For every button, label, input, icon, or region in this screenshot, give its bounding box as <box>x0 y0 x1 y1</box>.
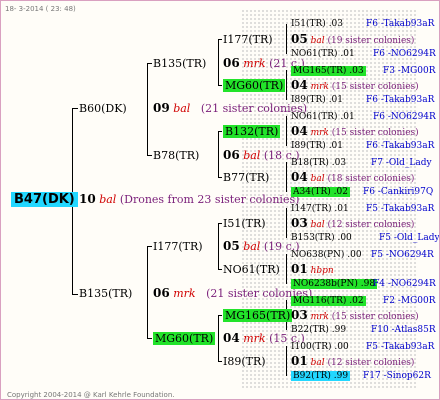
node-l4[interactable]: A34(TR) .02 F6 -Cankiri97Q <box>291 186 433 199</box>
node-l4[interactable]: I89(TR) .01 F6 -Takab93aR <box>291 140 434 153</box>
connector <box>218 269 222 270</box>
connector <box>147 63 152 64</box>
connector <box>218 131 222 132</box>
connector <box>286 162 287 192</box>
connector <box>218 85 222 86</box>
connector <box>286 116 287 146</box>
date-stamp: 18- 3-2014 ( 23: 48) <box>5 5 76 13</box>
node-l4[interactable]: B18(TR) .03 F7 -Old_Lady <box>291 157 432 170</box>
connector <box>72 294 78 295</box>
node-l4[interactable]: MG116(TR) .02 F2 -MG00R <box>291 295 436 308</box>
root-mating: 10 bal (Drones from 23 sister colonies) <box>79 192 300 207</box>
node-l3[interactable]: B132(TR) <box>223 125 281 138</box>
root-node[interactable]: B47(DK) <box>11 192 78 207</box>
mating-l2: 06 bal (18 c.) <box>223 148 300 163</box>
connector <box>72 108 78 109</box>
node-l4[interactable]: I89(TR) .01 F6 -Takab93aR <box>291 94 434 107</box>
node-l3[interactable]: I51(TR) <box>223 217 266 230</box>
node-l3[interactable]: MG165(TR) <box>223 309 293 322</box>
connector <box>286 70 287 100</box>
connector <box>147 246 148 338</box>
node-l4[interactable]: NO61(TR) .01 F6 -NO6294R <box>291 48 436 61</box>
mating-l4: 03 bal (12 sister colonies) <box>291 216 415 231</box>
connector <box>147 246 152 247</box>
connector <box>218 223 222 224</box>
mating-l4: 04 bal (18 sister colonies) <box>291 170 415 185</box>
node-l4[interactable]: NO61(TR) .01 F6 -NO6294R <box>291 111 436 124</box>
node-l4[interactable]: B92(TR) .99 F17 -Sinop62R <box>291 370 431 383</box>
node-l4[interactable]: I51(TR) .03 F6 -Takab93aR <box>291 18 434 31</box>
node-l2[interactable]: I177(TR) <box>153 240 203 253</box>
node-l3[interactable]: I89(TR) <box>223 355 266 368</box>
mating-l4: 05 bal (19 sister colonies) <box>291 32 415 47</box>
connector <box>286 24 287 54</box>
connector <box>147 155 152 156</box>
mating-l4: 01 hbpn <box>291 262 334 277</box>
connector <box>218 39 219 85</box>
connector <box>218 223 219 269</box>
node-l4[interactable]: I147(TR) .01 F5 -Takab93aR <box>291 203 434 216</box>
connector <box>147 338 152 339</box>
mating-l4: 04 mrk (15 sister colonies) <box>291 124 419 139</box>
connector <box>218 361 222 362</box>
node-l4[interactable]: B153(TR) .00 F5 -Old_Lady <box>291 232 439 245</box>
mating-l4: 01 bal (12 sister colonies) <box>291 354 415 369</box>
mating-l2: 05 bal (19 c.) <box>223 239 300 254</box>
node-l3[interactable]: MG60(TR) <box>223 79 286 92</box>
connector <box>286 254 287 284</box>
node-l4[interactable]: NO638(PN) .00 F5 -NO6294R <box>291 249 434 262</box>
node-l3[interactable]: B77(TR) <box>223 171 269 184</box>
copyright-text: Copyright 2004-2014 @ Karl Kehrle Founda… <box>7 391 175 399</box>
node-l4[interactable]: NO6238b(PN) .98 F4 -NO6294R <box>291 278 436 291</box>
connector <box>218 177 222 178</box>
mating-l4: 03 mrk (15 sister colonies) <box>291 308 419 323</box>
node-l2[interactable]: B78(TR) <box>153 149 199 162</box>
connector <box>218 315 219 361</box>
connector <box>218 315 222 316</box>
connector <box>218 131 219 177</box>
mating-l4: 04 mrk (15 sister colonies) <box>291 78 419 93</box>
pedigree-chart: 18- 3-2014 ( 23: 48) B47(DK) 10 bal (Dro… <box>0 0 440 400</box>
node-l4[interactable]: I100(TR) .00 F5 -Takab93aR <box>291 341 434 354</box>
node-l2[interactable]: MG60(TR) <box>153 332 216 345</box>
connector <box>218 39 222 40</box>
node-l4[interactable]: MG165(TR) .03 F3 -MG00R <box>291 65 436 78</box>
mating-l1: 06 mrk (21 sister colonies) <box>153 286 313 301</box>
node-l4[interactable]: B22(TR) .99 F10 -Atlas85R <box>291 324 436 337</box>
connector <box>286 346 287 376</box>
node-l2[interactable]: B135(TR) <box>153 57 206 70</box>
node-l1[interactable]: B135(TR) <box>79 287 132 300</box>
connector <box>147 63 148 155</box>
node-l3[interactable]: I177(TR) <box>223 33 273 46</box>
connector <box>286 208 287 238</box>
node-l1[interactable]: B60(DK) <box>79 102 127 115</box>
node-l3[interactable]: NO61(TR) <box>223 263 280 276</box>
mating-l1: 09 bal (21 sister colonies) <box>153 101 308 116</box>
